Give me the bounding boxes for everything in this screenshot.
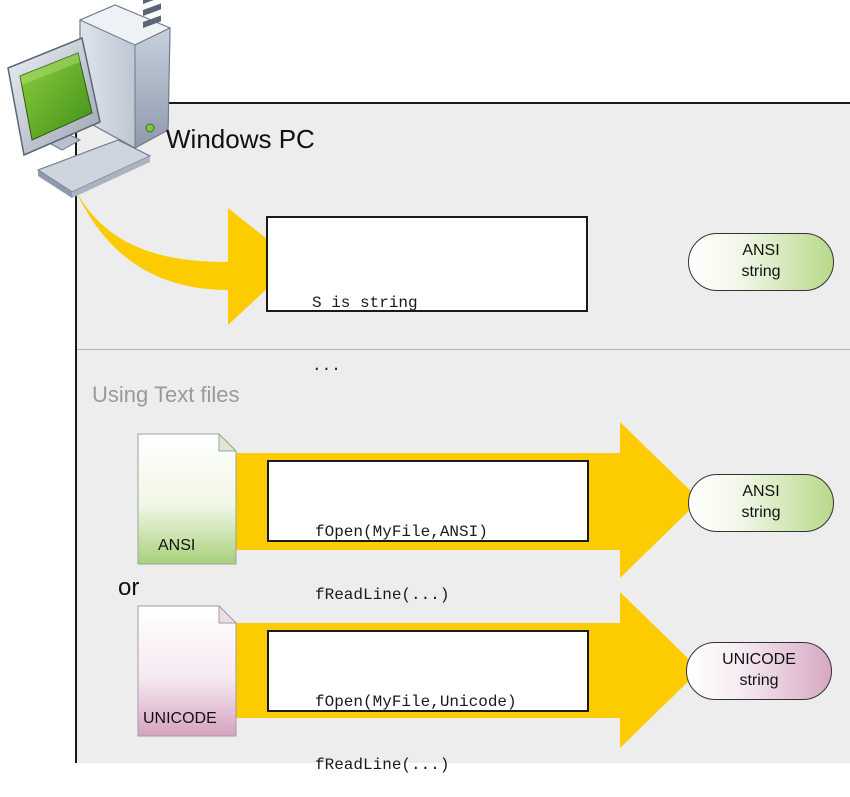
code-line: fOpen(MyFile,Unicode): [315, 693, 517, 711]
badge-line: string: [741, 504, 781, 521]
code-block-string: S is string ...: [266, 216, 588, 375]
code-line: fOpen(MyFile,ANSI): [315, 523, 488, 541]
code-line: fReadLine(...): [315, 756, 450, 774]
ansi-string-badge: ANSI string: [688, 233, 834, 291]
windows-pc-label: Windows PC: [166, 124, 315, 154]
unicode-file-label: UNICODE: [143, 710, 217, 727]
ansi-string-badge: ANSI string: [688, 474, 834, 532]
desktop-computer-icon: [7, 0, 172, 198]
ansi-file-label: ANSI: [158, 537, 196, 554]
badge-line: string: [741, 263, 781, 280]
or-label: or: [118, 574, 140, 601]
badge-line: string: [739, 672, 779, 689]
code-line: S is string: [312, 294, 418, 312]
code-block-ansi: fOpen(MyFile,ANSI) fReadLine(...): [267, 460, 589, 604]
unicode-string-badge: UNICODE string: [686, 642, 832, 700]
code-block-unicode: fOpen(MyFile,Unicode) fReadLine(...): [267, 630, 589, 774]
section-title: Using Text files: [92, 382, 240, 407]
code-line: fReadLine(...): [315, 586, 450, 604]
badge-line: ANSI: [742, 483, 780, 500]
badge-line: ANSI: [742, 242, 780, 259]
badge-line: UNICODE: [722, 651, 796, 668]
code-line: ...: [312, 357, 341, 375]
